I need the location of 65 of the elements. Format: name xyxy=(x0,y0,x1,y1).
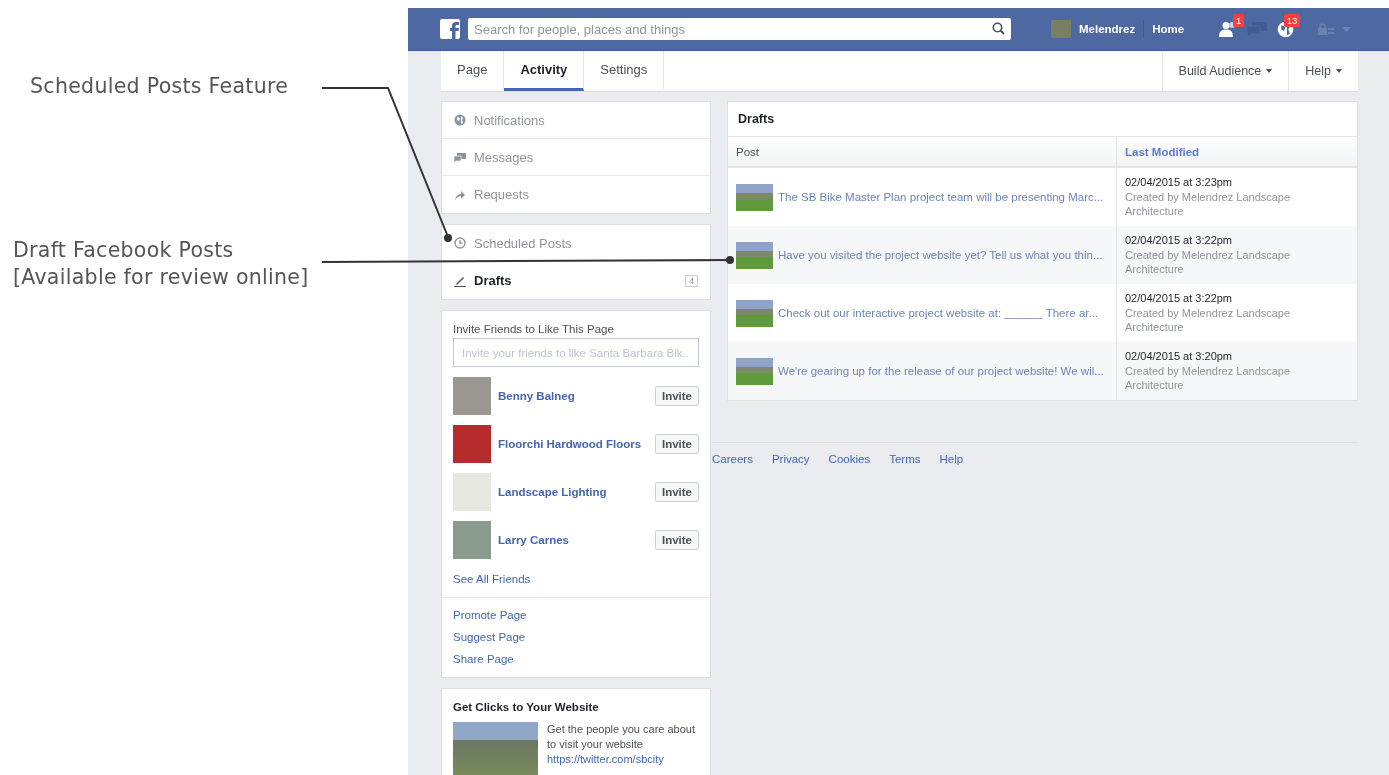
draft-post-link[interactable]: Have you visited the project website yet? Tell us what you thin... xyxy=(778,249,1103,261)
creator-text: Created by Melendrez Landscape Architecture xyxy=(1125,305,1292,335)
friend-name[interactable]: Benny Balneg xyxy=(498,390,655,402)
annotation-label: Scheduled Posts Feature xyxy=(30,73,289,100)
invite-button[interactable]: Invite xyxy=(654,386,699,406)
friend-name[interactable]: Larry Carnes xyxy=(498,534,655,546)
page-tab[interactable]: Page xyxy=(441,51,505,91)
home-link[interactable]: Home xyxy=(1144,19,1193,39)
caret-icon xyxy=(1336,69,1342,73)
notification-badge: 1 xyxy=(1232,14,1245,27)
clock-icon xyxy=(454,237,466,249)
draft-post-link[interactable]: The SB Bike Master Plan project team will be presenting Marc... xyxy=(778,191,1104,203)
see-all-link[interactable]: See All Friends xyxy=(453,573,531,585)
column-header[interactable]: Post xyxy=(728,137,1117,168)
page-link[interactable]: Suggest Page xyxy=(453,631,526,643)
creator-text: Created by Melendrez Landscape Architecture xyxy=(1125,363,1292,393)
invite-title: Invite Friends to Like This Page xyxy=(453,323,615,335)
invite-search-field[interactable]: Invite your friends to like Santa Barbara Bik... xyxy=(453,338,699,367)
footer-link[interactable]: Help xyxy=(939,453,964,465)
photo-placeholder xyxy=(453,521,491,559)
ad-title: Get Clicks to Your Website xyxy=(453,701,600,713)
modified-date: 02/04/2015 at 3:23pm xyxy=(1125,175,1233,190)
footer-link[interactable]: Privacy xyxy=(771,453,810,465)
footer-link[interactable]: Terms xyxy=(889,453,921,465)
page-link[interactable]: Share Page xyxy=(453,653,514,665)
caret-icon xyxy=(1266,69,1273,73)
modified-date: 02/04/2015 at 3:22pm xyxy=(1125,291,1233,306)
invite-button[interactable]: Invite xyxy=(654,434,699,454)
globe-icon xyxy=(454,114,466,126)
photo-thumbnail xyxy=(736,183,773,211)
invite-button[interactable]: Invite xyxy=(654,482,699,502)
profile-link[interactable]: Melendrez xyxy=(1071,19,1144,39)
search-field[interactable]: Search for people, places and things xyxy=(468,18,1011,40)
photo-placeholder xyxy=(453,473,491,511)
creator-text: Created by Melendrez Landscape Architecture xyxy=(1125,189,1292,219)
menu-button[interactable]: Build Audience xyxy=(1161,51,1289,91)
draft-post-link[interactable]: Check out our interactive project website at: ______ There ar... xyxy=(778,307,1099,319)
search-icon[interactable] xyxy=(992,22,1005,35)
chat-bubbles-icon xyxy=(454,151,466,163)
logo-icon[interactable] xyxy=(440,19,460,39)
friend-name[interactable]: Floorchi Hardwood Floors xyxy=(498,438,655,450)
notification-badge: 13 xyxy=(1283,14,1301,27)
arrow-icon xyxy=(454,188,466,201)
footer-link[interactable]: Careers xyxy=(712,453,753,465)
photo-thumbnail xyxy=(736,357,773,385)
menu-button[interactable]: Help xyxy=(1288,51,1358,91)
modified-date: 02/04/2015 at 3:22pm xyxy=(1125,233,1233,248)
photo-thumbnail xyxy=(736,241,773,269)
friend-name[interactable]: Landscape Lighting xyxy=(498,486,655,498)
creator-text: Created by Melendrez Landscape Architecture xyxy=(1125,247,1292,277)
page-tab[interactable]: Activity xyxy=(504,51,585,91)
modified-date: 02/04/2015 at 3:20pm xyxy=(1125,349,1233,364)
count-badge: 4 xyxy=(685,274,698,287)
page-link[interactable]: Promote Page xyxy=(453,609,527,621)
ad-text: Get the people you care about to visit your website https://twitter.com/sbcity xyxy=(547,722,696,767)
photo-placeholder xyxy=(453,377,491,415)
ad-url-link[interactable]: https://twitter.com/sbcity xyxy=(547,753,664,765)
pencil-icon xyxy=(454,274,466,287)
photo-placeholder xyxy=(453,425,491,463)
footer-link[interactable]: Cookies xyxy=(828,453,871,465)
photo-thumbnail xyxy=(736,299,773,327)
draft-post-link[interactable]: We're gearing up for the release of our project website! We wil... xyxy=(778,365,1104,377)
annotation-label: Draft Facebook Posts [Available for review online] xyxy=(13,237,309,291)
page-tab[interactable]: Settings xyxy=(584,51,665,91)
invite-button[interactable]: Invite xyxy=(654,530,699,550)
